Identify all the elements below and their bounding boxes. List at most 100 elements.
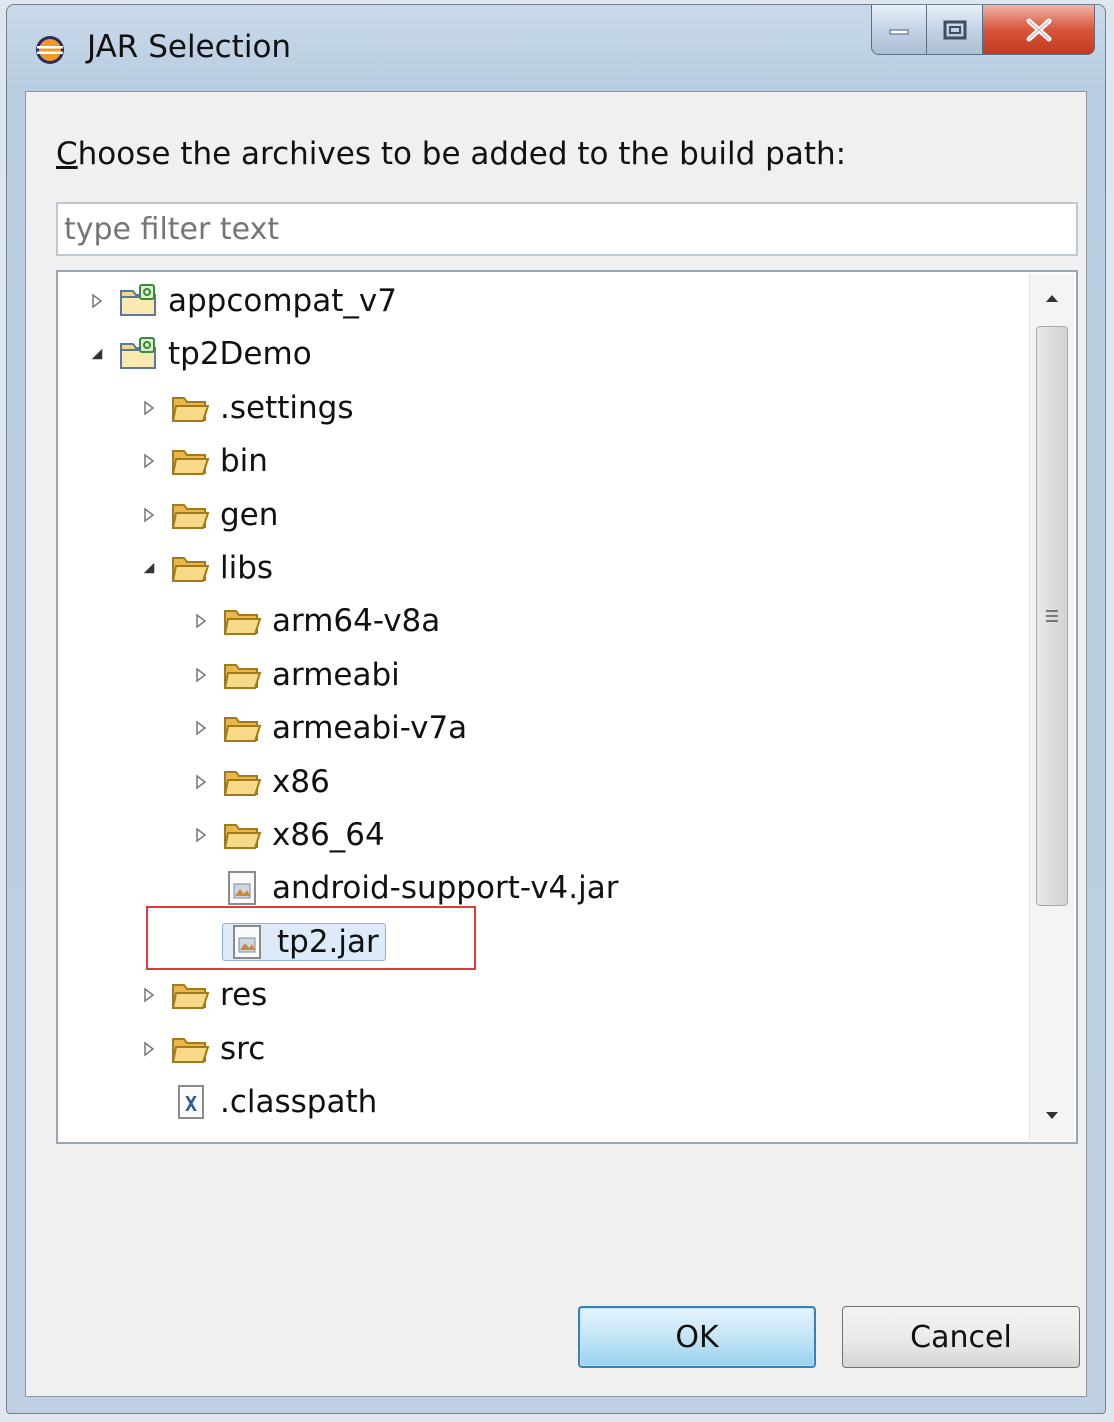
close-icon (1026, 18, 1051, 41)
tree-item[interactable]: appcompat_v7 (86, 276, 397, 326)
expand-arrow-icon[interactable] (190, 771, 212, 793)
tree-item[interactable]: android-support-v4.jar (190, 863, 618, 913)
tree-item-label: armeabi-v7a (272, 710, 468, 747)
selected-item[interactable]: tp2.jar (222, 922, 386, 961)
expand-arrow-icon[interactable] (138, 397, 160, 419)
tree-item-label: src (220, 1030, 266, 1067)
dialog-body: Choose the archives to be added to the b… (25, 91, 1087, 1397)
eclipse-icon (36, 36, 64, 64)
item-content[interactable]: armeabi (222, 657, 400, 693)
folder-icon (170, 443, 210, 479)
expand-arrow-icon[interactable] (138, 450, 160, 472)
grip-icon (1046, 610, 1058, 622)
project-folder-icon (118, 283, 158, 319)
jar-file-icon (227, 924, 267, 960)
collapse-arrow-icon[interactable] (138, 557, 160, 579)
folder-icon (170, 497, 210, 533)
tree-item[interactable]: X .classpath (138, 1077, 377, 1127)
expand-arrow-icon[interactable] (190, 664, 212, 686)
tree-item-label: x86_64 (272, 817, 385, 853)
tree-item-label: android-support-v4.jar (272, 870, 619, 907)
item-content[interactable]: src (170, 1031, 265, 1067)
expand-arrow-icon[interactable] (190, 824, 212, 846)
maximize-icon (943, 20, 966, 39)
expand-arrow-icon[interactable] (138, 1038, 160, 1060)
tree-item[interactable]: tp2.jar (190, 917, 386, 967)
vertical-scrollbar[interactable] (1029, 274, 1074, 1140)
tree-item[interactable]: arm64-v8a (190, 596, 440, 646)
project-folder-icon (118, 336, 158, 372)
folder-icon (170, 390, 210, 426)
tree-item[interactable]: armeabi-v7a (190, 703, 467, 753)
expand-arrow-icon[interactable] (190, 717, 212, 739)
tree-item-label: arm64-v8a (272, 603, 441, 640)
tree-item[interactable]: .settings (138, 383, 353, 433)
title-bar[interactable]: JAR Selection (7, 5, 1105, 89)
folder-icon (170, 977, 210, 1013)
item-content[interactable]: armeabi-v7a (222, 710, 467, 746)
tree-item[interactable]: armeabi (190, 650, 400, 700)
item-content[interactable]: x86 (222, 764, 330, 800)
mnemonic-letter: C (56, 136, 78, 172)
folder-icon (222, 603, 262, 639)
scroll-down-button[interactable] (1030, 1092, 1074, 1140)
folder-icon (222, 710, 262, 746)
tree-item-label: libs (220, 550, 274, 586)
tree-item[interactable]: gen (138, 490, 278, 540)
file-tree[interactable]: appcompat_v7 tp2Demo .settings bin gen libs ar… (56, 270, 1078, 1144)
folder-icon (170, 550, 210, 586)
item-content[interactable]: X .classpath (170, 1084, 377, 1120)
ok-button[interactable]: OK (578, 1306, 816, 1368)
expand-arrow-icon[interactable] (86, 290, 108, 312)
item-content[interactable]: arm64-v8a (222, 603, 440, 639)
folder-icon (222, 657, 262, 693)
maximize-button[interactable] (927, 5, 983, 55)
xml-file-icon: X (170, 1084, 210, 1120)
tree-item[interactable]: x86_64 (190, 810, 385, 860)
tree-item-label: res (220, 977, 268, 1014)
instruction-label: Choose the archives to be added to the b… (56, 136, 846, 172)
expand-arrow-icon[interactable] (190, 610, 212, 632)
tree-item-label: appcompat_v7 (168, 283, 397, 319)
tree-item-label: armeabi (272, 656, 400, 693)
item-content[interactable]: libs (170, 550, 273, 586)
tree-item[interactable]: src (138, 1024, 265, 1074)
tree-item-label: tp2Demo (168, 336, 312, 373)
expand-arrow-icon[interactable] (138, 984, 160, 1006)
item-content[interactable]: gen (170, 497, 278, 533)
folder-icon (222, 817, 262, 853)
minimize-button[interactable] (871, 5, 927, 55)
window-title: JAR Selection (87, 29, 292, 65)
tree-item-label: tp2.jar (277, 923, 379, 960)
scroll-up-button[interactable] (1030, 274, 1074, 322)
scroll-thumb[interactable] (1036, 326, 1068, 906)
jar-file-icon (222, 870, 262, 906)
item-content[interactable]: tp2Demo (118, 336, 312, 372)
tree-item[interactable]: libs (138, 543, 273, 593)
item-content[interactable]: bin (170, 443, 268, 479)
folder-icon (222, 764, 262, 800)
minimize-icon (889, 29, 909, 34)
scroll-down-arrow-icon (1046, 1112, 1058, 1119)
item-content[interactable]: appcompat_v7 (118, 283, 397, 319)
item-content[interactable]: .settings (170, 390, 353, 426)
tree-item[interactable]: tp2Demo (86, 329, 312, 379)
item-content[interactable]: x86_64 (222, 817, 385, 853)
tree-item[interactable]: bin (138, 436, 268, 486)
expand-arrow-icon[interactable] (138, 504, 160, 526)
tree-item[interactable]: x86 (190, 757, 330, 807)
filter-input[interactable] (56, 202, 1078, 256)
tree-item-label: x86 (272, 763, 330, 800)
item-content[interactable]: android-support-v4.jar (222, 870, 618, 906)
instruction-text: hoose the archives to be added to the bu… (77, 136, 847, 172)
item-content[interactable]: res (170, 977, 267, 1013)
caption-buttons (871, 5, 1095, 57)
close-button[interactable] (983, 5, 1095, 55)
tree-item[interactable]: res (138, 970, 267, 1020)
collapse-arrow-icon[interactable] (86, 343, 108, 365)
jar-selection-dialog: JAR Selection Choose the archives to be … (6, 4, 1106, 1414)
tree-item-label: .classpath (220, 1084, 378, 1120)
cancel-button[interactable]: Cancel (842, 1306, 1080, 1368)
